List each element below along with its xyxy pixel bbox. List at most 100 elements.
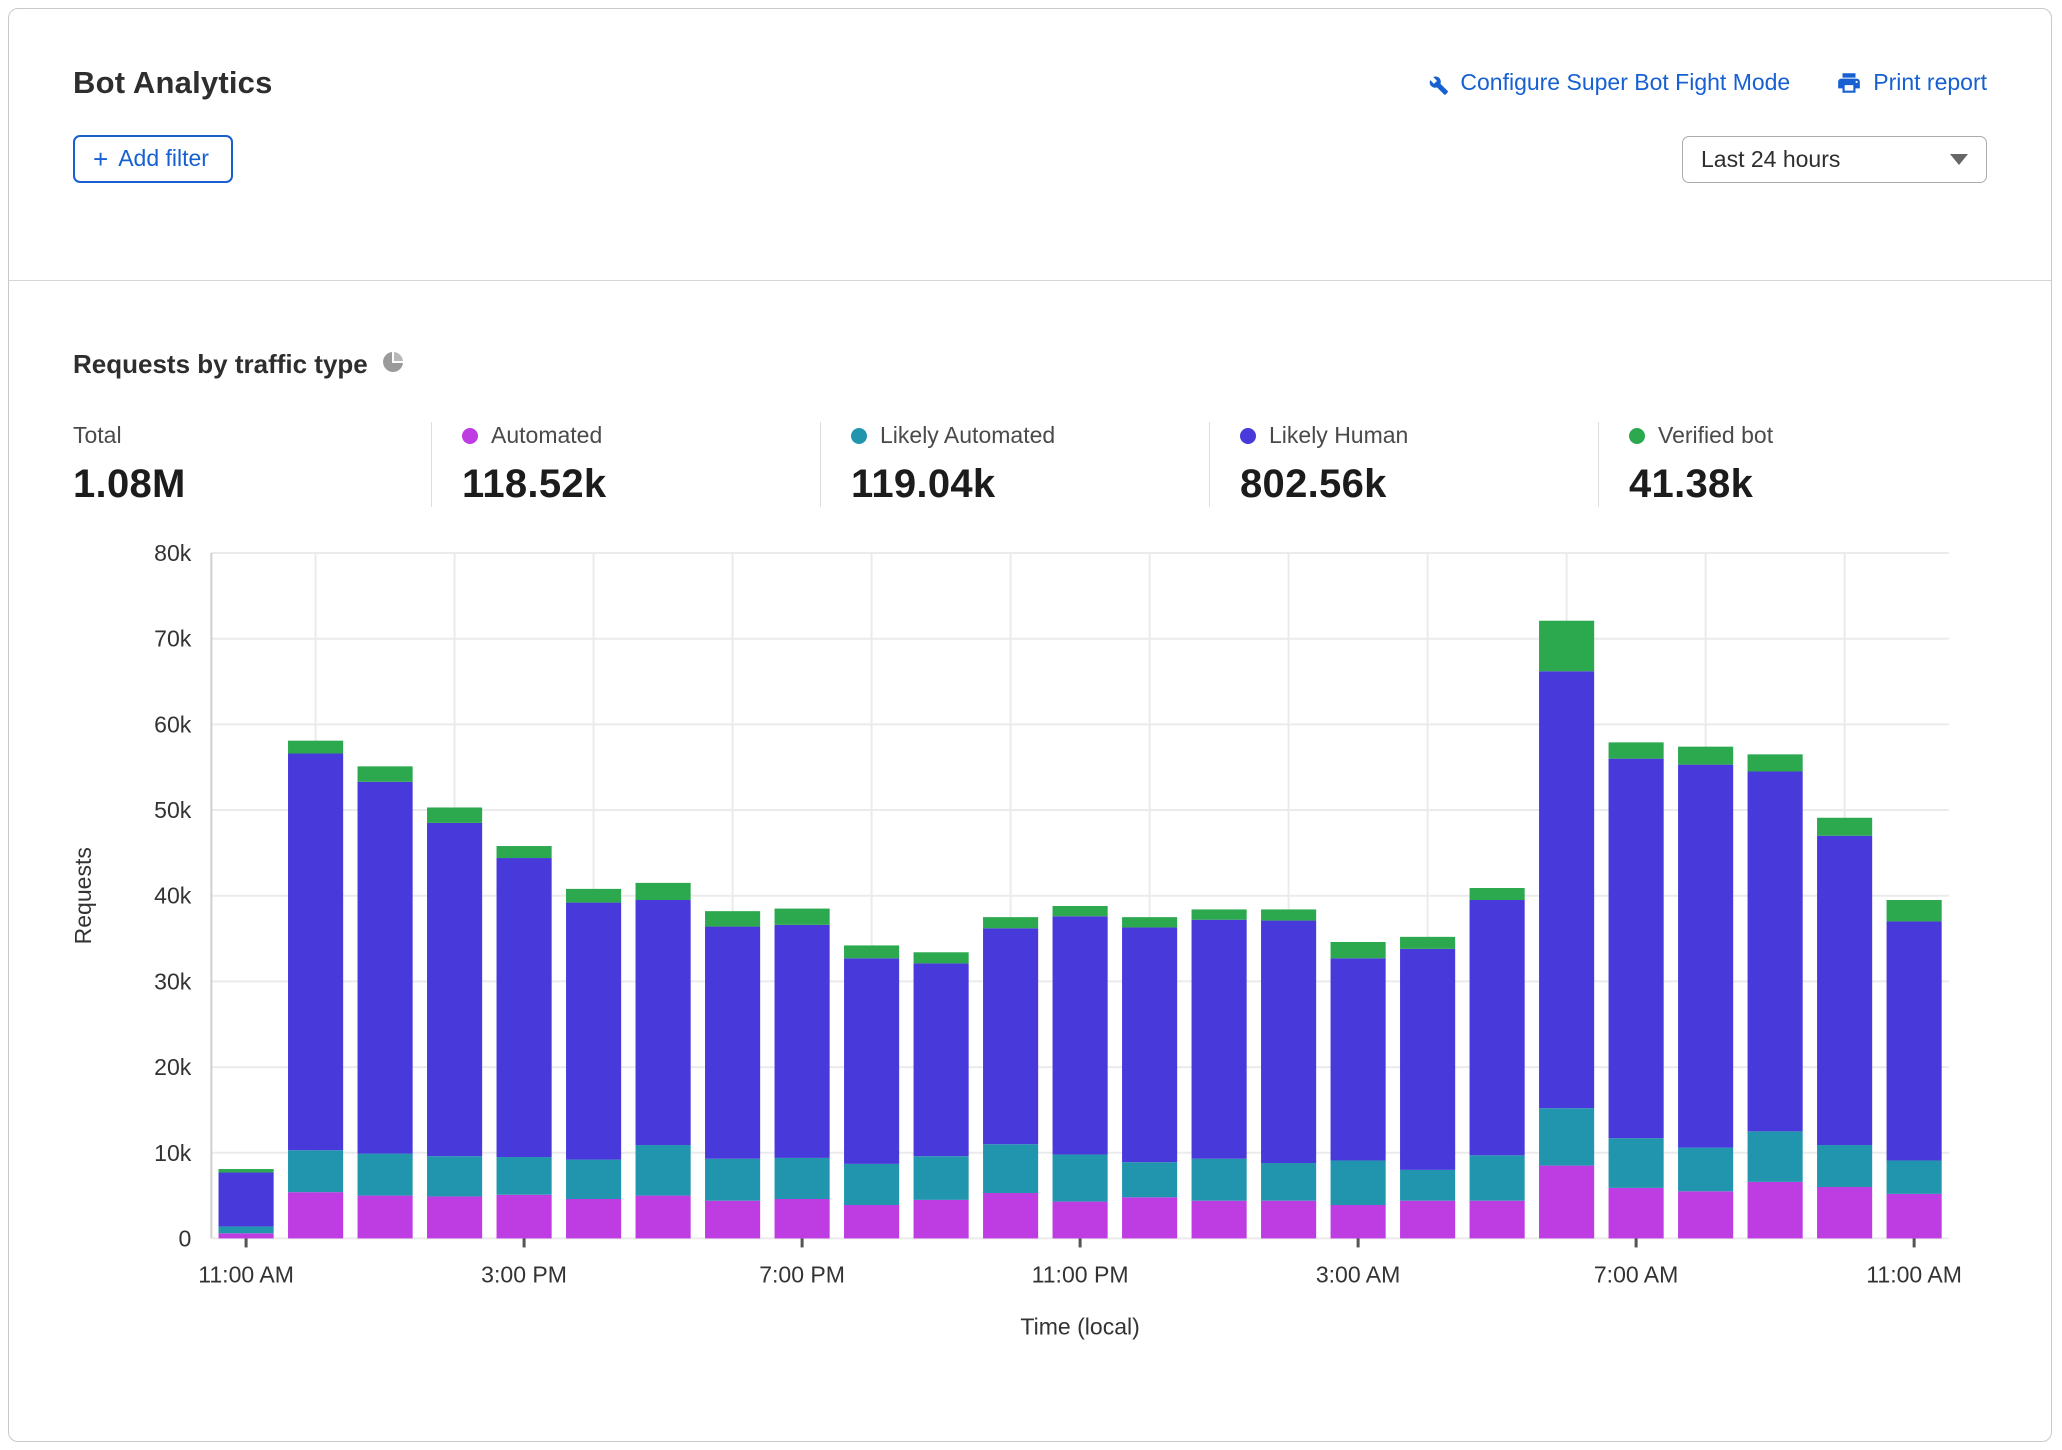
bar-segment xyxy=(1053,1154,1108,1201)
y-axis-tick-label: 30k xyxy=(154,968,192,994)
stat-value: 1.08M xyxy=(73,462,431,507)
y-axis-tick-label: 80k xyxy=(154,540,192,566)
bar-segment xyxy=(566,889,621,903)
stats-row: Total1.08MAutomated118.52kLikely Automat… xyxy=(9,422,2051,507)
stat-label-text: Automated xyxy=(491,422,602,449)
header-divider xyxy=(9,280,2051,281)
bar-segment xyxy=(566,903,621,1160)
y-axis-title: Requests xyxy=(70,847,96,944)
bar-segment xyxy=(1122,1197,1177,1238)
bar-segment xyxy=(1609,759,1664,1139)
bar-segment xyxy=(775,909,830,925)
bar-segment xyxy=(1887,900,1942,921)
bar-segment xyxy=(1192,1159,1247,1201)
bar-segment xyxy=(219,1172,274,1226)
header-links: Configure Super Bot Fight Mode Print rep… xyxy=(1423,69,1987,96)
bar-segment xyxy=(1400,937,1455,949)
print-report-link[interactable]: Print report xyxy=(1836,69,1987,96)
stat-automated: Automated118.52k xyxy=(431,422,820,507)
bar-segment xyxy=(1400,1170,1455,1201)
bar-segment xyxy=(566,1160,621,1199)
bar-segment xyxy=(1122,917,1177,927)
bar-segment xyxy=(497,858,552,1157)
bar-segment xyxy=(1539,621,1594,672)
bar-segment xyxy=(844,958,899,1164)
bar-segment xyxy=(1609,1138,1664,1188)
x-axis-title: Time (local) xyxy=(1020,1314,1139,1340)
bar-segment xyxy=(427,1156,482,1196)
header: Bot Analytics Configure Super Bot Fight … xyxy=(9,9,2051,101)
stat-label-text: Verified bot xyxy=(1658,422,1773,449)
bar-segment xyxy=(636,1145,691,1196)
traffic-chart: 010k20k30k40k50k60k70k80k11:00 AM3:00 PM… xyxy=(53,537,2007,1375)
bar-segment xyxy=(358,766,413,781)
bar-segment xyxy=(1470,900,1525,1155)
bar-segment xyxy=(1192,1201,1247,1239)
toolbar-row: + Add filter Last 24 hours xyxy=(9,135,2051,183)
y-axis-tick-label: 60k xyxy=(154,711,192,737)
bar-segment xyxy=(1331,942,1386,958)
stat-value: 41.38k xyxy=(1629,462,1987,507)
chart-container: 010k20k30k40k50k60k70k80k11:00 AM3:00 PM… xyxy=(9,537,2051,1375)
bar-segment xyxy=(914,1200,969,1239)
bar-segment xyxy=(1331,958,1386,1160)
bar-segment xyxy=(775,1158,830,1199)
add-filter-label: Add filter xyxy=(118,145,209,172)
bar-segment xyxy=(219,1226,274,1233)
bar-segment xyxy=(1748,1131,1803,1182)
section-title-row: Requests by traffic type xyxy=(9,349,2051,380)
time-range-select[interactable]: Last 24 hours xyxy=(1682,136,1987,183)
add-filter-button[interactable]: + Add filter xyxy=(73,135,233,183)
x-axis-tick-label: 11:00 AM xyxy=(1866,1262,1962,1288)
bar-segment xyxy=(1678,1191,1733,1238)
bar-segment xyxy=(1122,927,1177,1162)
bar-segment xyxy=(705,911,760,926)
bar-segment xyxy=(1261,921,1316,1163)
stat-likely-automated: Likely Automated119.04k xyxy=(820,422,1209,507)
bar-segment xyxy=(983,917,1038,928)
bar-segment xyxy=(1609,1188,1664,1239)
bar-segment xyxy=(358,1154,413,1196)
legend-dot xyxy=(1240,428,1256,444)
bar-segment xyxy=(427,807,482,822)
bar-segment xyxy=(1609,742,1664,758)
bar-segment xyxy=(1817,1145,1872,1187)
bot-analytics-card: Bot Analytics Configure Super Bot Fight … xyxy=(8,8,2052,1442)
bar-segment xyxy=(427,1196,482,1238)
bar-segment xyxy=(288,754,343,1151)
bar-segment xyxy=(1539,671,1594,1108)
stat-label-text: Likely Human xyxy=(1269,422,1408,449)
stat-verified-bot: Verified bot 41.38k xyxy=(1598,422,1987,507)
bar-segment xyxy=(983,1193,1038,1238)
bar-segment xyxy=(1470,888,1525,900)
bar-segment xyxy=(1748,772,1803,1132)
stat-label: Verified bot xyxy=(1629,422,1987,449)
bar-segment xyxy=(219,1233,274,1238)
bar-segment xyxy=(1539,1166,1594,1239)
bar-segment xyxy=(1053,906,1108,916)
section-title: Requests by traffic type xyxy=(73,349,368,380)
bar-segment xyxy=(1261,1201,1316,1239)
bar-segment xyxy=(1887,1160,1942,1193)
y-axis-tick-label: 0 xyxy=(178,1225,191,1251)
bar-segment xyxy=(914,1156,969,1200)
bar-segment xyxy=(1887,1194,1942,1239)
bar-segment xyxy=(1678,765,1733,1148)
y-axis-tick-label: 10k xyxy=(154,1140,192,1166)
bar-segment xyxy=(1748,1182,1803,1239)
configure-link-label: Configure Super Bot Fight Mode xyxy=(1460,69,1790,96)
bar-segment xyxy=(1470,1155,1525,1200)
bar-segment xyxy=(1470,1201,1525,1239)
bar-segment xyxy=(983,928,1038,1144)
bar-segment xyxy=(497,1195,552,1239)
y-axis-tick-label: 70k xyxy=(154,626,192,652)
configure-super-bot-fight-mode-link[interactable]: Configure Super Bot Fight Mode xyxy=(1423,69,1790,96)
bar-segment xyxy=(1817,836,1872,1145)
stat-label-text: Likely Automated xyxy=(880,422,1055,449)
bar-segment xyxy=(1817,1187,1872,1238)
bar-segment xyxy=(1053,916,1108,1154)
bar-segment xyxy=(844,1205,899,1238)
bar-segment xyxy=(219,1169,274,1172)
bar-segment xyxy=(288,741,343,754)
stat-label-text: Total xyxy=(73,422,122,449)
